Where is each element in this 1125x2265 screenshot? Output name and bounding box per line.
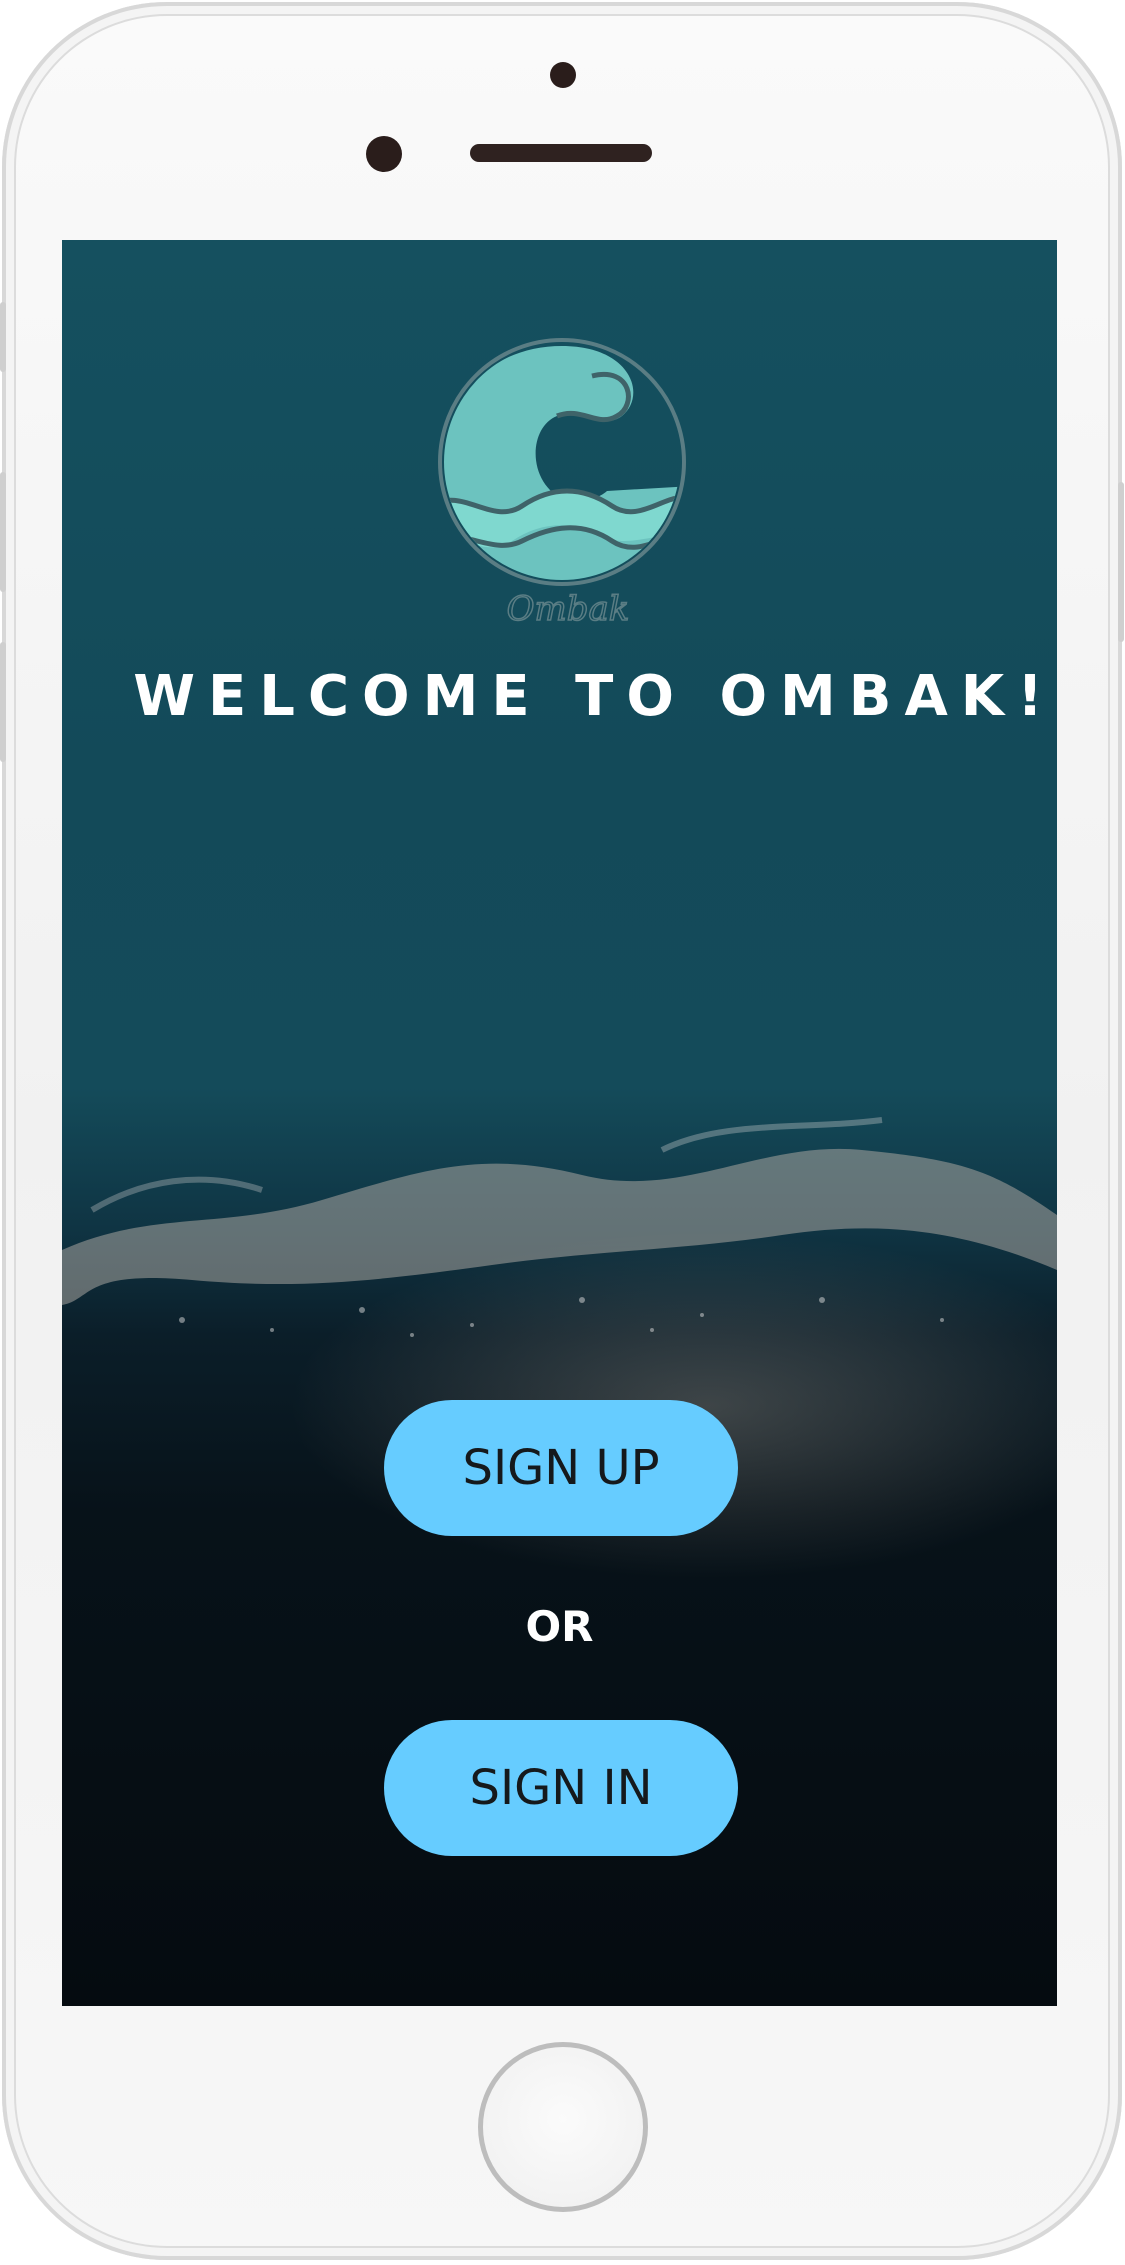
welcome-title: WELCOME TO OMBAK!	[133, 664, 1056, 729]
wave-foam-background	[62, 1117, 1057, 1337]
phone-frame: Ombak WELCOME TO OMBAK! SIGN UP OR SIGN …	[0, 2, 1124, 2260]
ombak-logo-icon: Ombak	[438, 338, 686, 630]
proximity-sensor	[550, 62, 576, 88]
logo-script-text: Ombak	[507, 589, 630, 629]
sign-up-button[interactable]: SIGN UP	[384, 1400, 738, 1536]
or-divider-text: OR	[525, 1602, 594, 1651]
earpiece-speaker	[470, 144, 652, 162]
front-camera	[366, 136, 402, 172]
app-screen: Ombak WELCOME TO OMBAK! SIGN UP OR SIGN …	[62, 240, 1057, 2006]
volume-up-button	[0, 472, 6, 592]
home-button[interactable]	[478, 2042, 648, 2212]
power-button	[1118, 482, 1124, 642]
volume-down-button	[0, 642, 6, 762]
mute-switch	[0, 302, 6, 372]
sign-in-button[interactable]: SIGN IN	[384, 1720, 738, 1856]
